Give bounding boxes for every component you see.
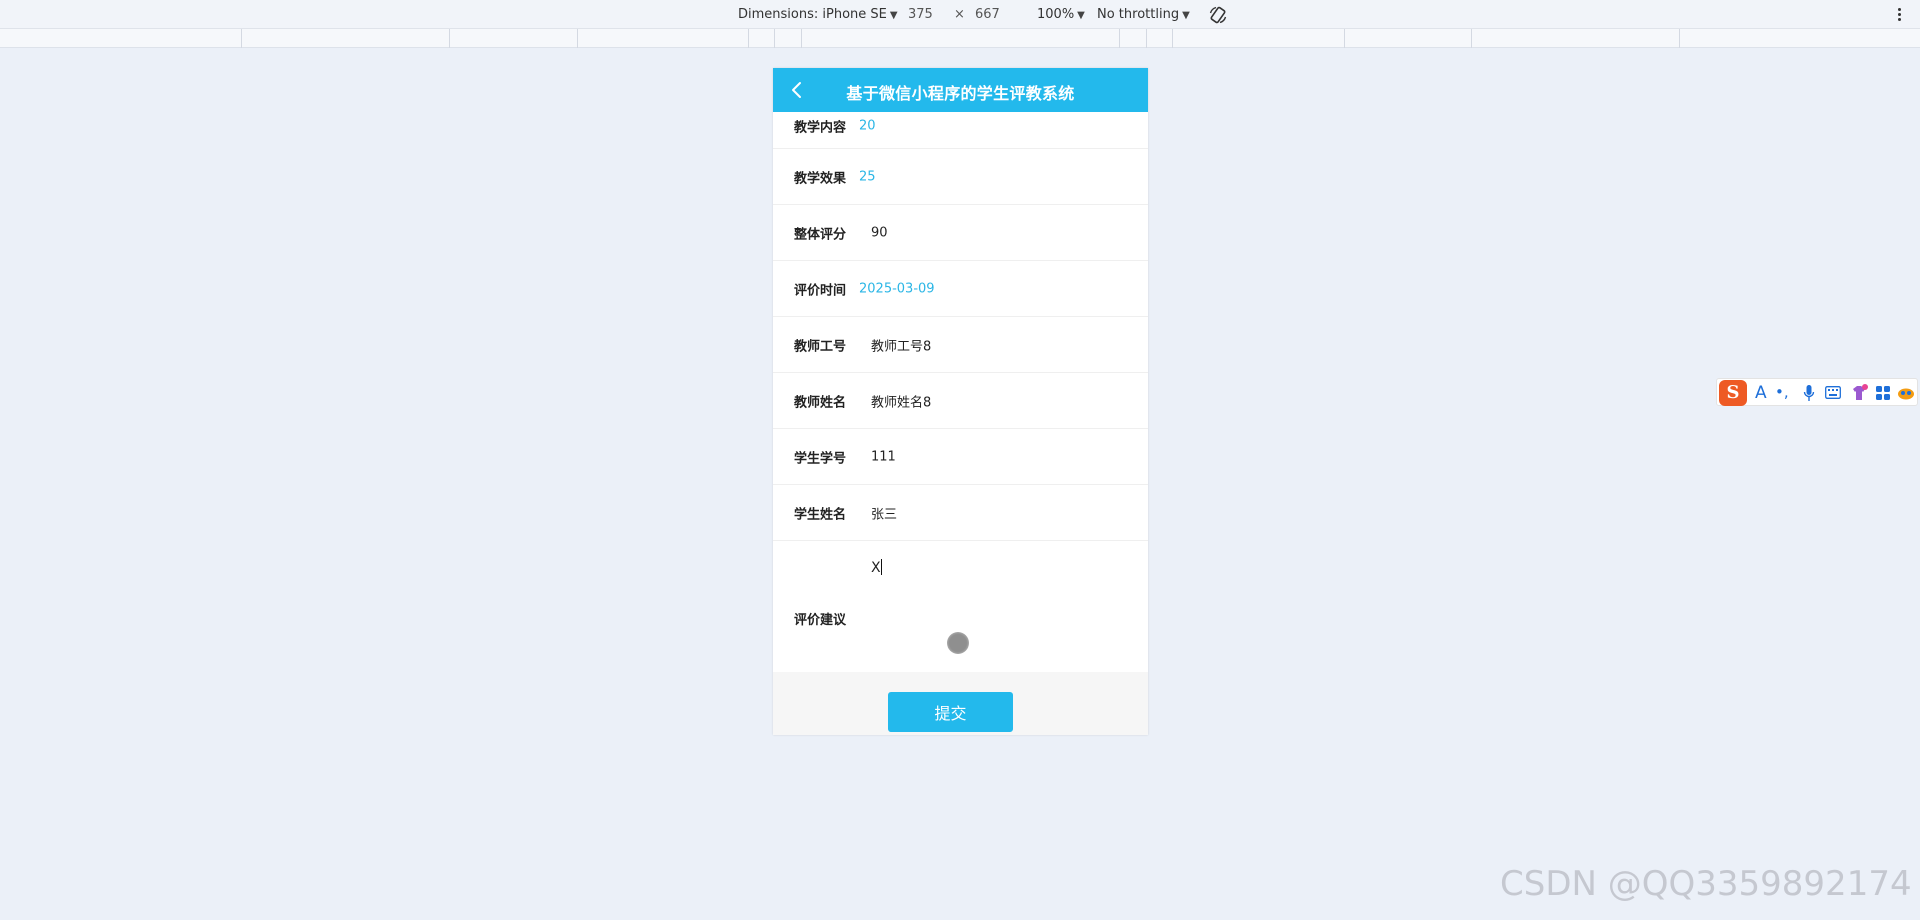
- form-row-teaching-effect: 教学效果 25: [773, 149, 1148, 205]
- teacher-id-input[interactable]: 教师工号8: [871, 335, 931, 354]
- field-label: 教师工号: [794, 339, 847, 354]
- dimension-separator: ×: [954, 7, 965, 22]
- teacher-name-input[interactable]: 教师姓名8: [871, 391, 931, 410]
- field-label: 评价时间: [794, 283, 847, 298]
- form-row-suggestion: 评价建议 X: [773, 541, 1148, 672]
- field-label: 评价建议: [794, 613, 847, 628]
- devtools-device-toolbar: Dimensions: iPhone SE ▼ 375 × 667 100% ▼ N…: [0, 0, 1920, 29]
- rotate-icon[interactable]: [1208, 5, 1228, 25]
- width-input[interactable]: 375: [908, 7, 933, 22]
- zoom-label: 100%: [1037, 7, 1075, 22]
- ime-language-toggle[interactable]: A: [1755, 383, 1767, 403]
- chevron-down-icon: ▼: [1182, 10, 1190, 21]
- field-label: 教学内容: [794, 120, 847, 136]
- sogou-logo-icon[interactable]: S: [1719, 380, 1747, 406]
- student-id-input[interactable]: 111: [871, 449, 896, 464]
- form-row-overall-score: 整体评分 90: [773, 205, 1148, 261]
- toolbox-grid-icon[interactable]: [1875, 385, 1891, 401]
- form-row-teacher-id: 教师工号 教师工号8: [773, 317, 1148, 373]
- text-cursor: [880, 559, 882, 575]
- form-row-student-name: 学生姓名 张三: [773, 485, 1148, 541]
- suggestion-text: X: [871, 560, 881, 576]
- evaluation-form: 教学内容 20 教学效果 25 整体评分 90 评价时间 2025-03-09 …: [773, 112, 1148, 672]
- height-input[interactable]: 667: [975, 7, 1000, 22]
- ime-toolbar: S A •,: [1716, 378, 1918, 406]
- sogou-mascot-icon[interactable]: [1897, 386, 1915, 400]
- keyboard-icon[interactable]: [1825, 386, 1841, 399]
- field-label: 学生姓名: [794, 507, 847, 522]
- teaching-content-value[interactable]: 20: [859, 119, 876, 134]
- phone-viewport: 基于微信小程序的学生评教系统 教学内容 20 教学效果 25 整体评分 90 评…: [773, 68, 1148, 735]
- page-title: 基于微信小程序的学生评教系统: [846, 84, 1075, 103]
- form-row-evaluation-time: 评价时间 2025-03-09: [773, 261, 1148, 317]
- evaluation-date-picker[interactable]: 2025-03-09: [859, 281, 935, 296]
- field-label: 教师姓名: [794, 395, 847, 410]
- student-name-input[interactable]: 张三: [871, 503, 897, 522]
- zoom-select[interactable]: 100% ▼: [1037, 7, 1085, 22]
- field-label: 学生学号: [794, 451, 847, 466]
- device-select[interactable]: Dimensions: iPhone SE ▼: [738, 7, 898, 22]
- media-query-ruler: [0, 29, 1920, 48]
- submit-bar: 提交: [773, 672, 1148, 735]
- microphone-icon[interactable]: [1803, 384, 1815, 402]
- field-label: 整体评分: [794, 227, 847, 242]
- more-options-icon[interactable]: [1894, 6, 1904, 24]
- form-row-teacher-name: 教师姓名 教师姓名8: [773, 373, 1148, 429]
- skin-icon[interactable]: [1849, 383, 1869, 403]
- device-select-label: Dimensions: iPhone SE: [738, 7, 887, 22]
- suggestion-textarea[interactable]: X: [871, 559, 1131, 659]
- csdn-watermark: CSDN @QQ3359892174: [1500, 864, 1912, 904]
- field-label: 教学效果: [794, 171, 847, 186]
- throttling-select[interactable]: No throttling ▼: [1097, 7, 1190, 22]
- chevron-down-icon: ▼: [1077, 10, 1085, 21]
- navigation-bar: 基于微信小程序的学生评教系统: [773, 68, 1148, 112]
- chevron-down-icon: ▼: [889, 10, 898, 21]
- touch-pointer-indicator: [947, 632, 969, 654]
- form-row-student-id: 学生学号 111: [773, 429, 1148, 485]
- teaching-effect-value[interactable]: 25: [859, 169, 876, 184]
- throttling-label: No throttling: [1097, 7, 1180, 22]
- submit-button[interactable]: 提交: [888, 692, 1013, 732]
- overall-score-input[interactable]: 90: [871, 225, 888, 240]
- form-row-teaching-content: 教学内容 20: [773, 112, 1148, 149]
- ime-punctuation-toggle[interactable]: •,: [1775, 383, 1789, 401]
